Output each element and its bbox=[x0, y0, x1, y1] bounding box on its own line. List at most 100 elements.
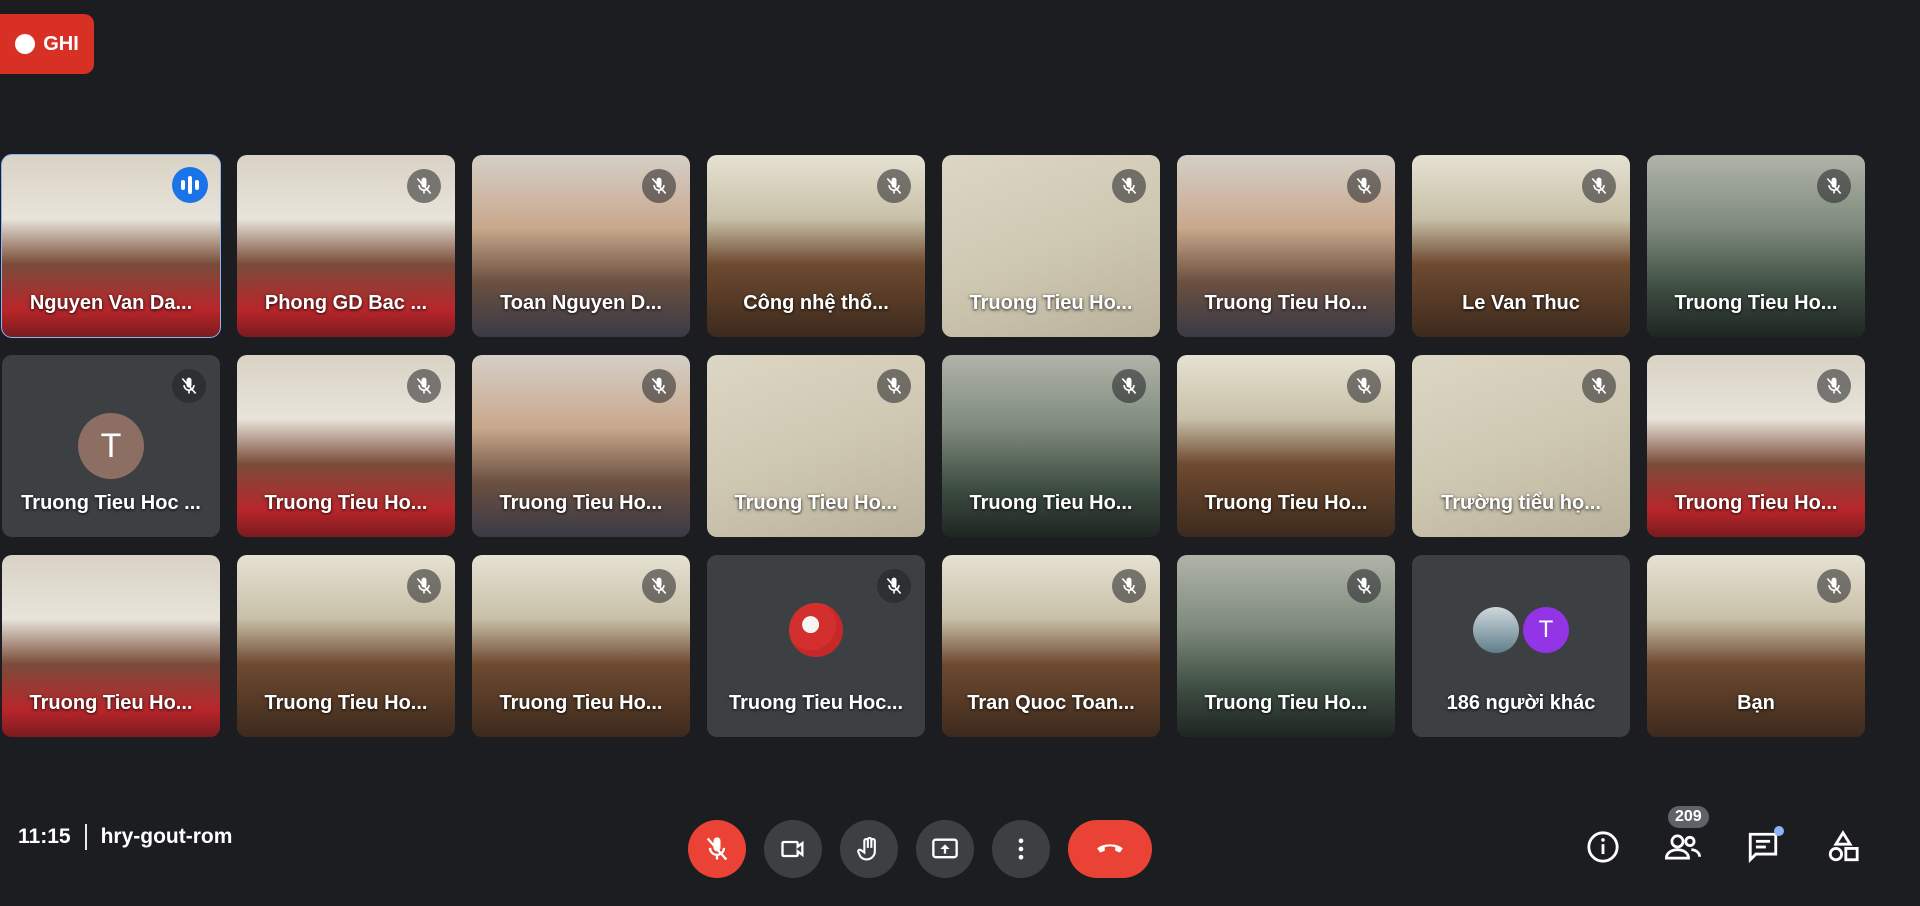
participant-name: Phong GD Bac ... bbox=[264, 292, 428, 314]
participant-name: Truong Tieu Ho... bbox=[499, 492, 663, 514]
activities-button[interactable] bbox=[1824, 828, 1862, 866]
participant-name: Truong Tieu Ho... bbox=[969, 292, 1133, 314]
participant-tile[interactable]: Truong Tieu Ho... bbox=[942, 155, 1160, 337]
leave-call-button[interactable] bbox=[1068, 820, 1152, 878]
participant-name: Trường tiểu họ... bbox=[1441, 492, 1601, 514]
divider bbox=[84, 824, 87, 850]
mic-off-icon bbox=[1347, 169, 1381, 203]
participant-tile[interactable]: Truong Tieu Ho... bbox=[1647, 155, 1865, 337]
info-icon bbox=[1587, 831, 1619, 863]
participant-tile[interactable]: Truong Tieu Ho... bbox=[472, 355, 690, 537]
recording-dot-icon bbox=[15, 34, 36, 54]
mic-off-icon bbox=[1112, 369, 1146, 403]
meeting-details: 11:15 hry-gout-rom bbox=[18, 824, 232, 850]
participant-tile[interactable]: Toan Nguyen D... bbox=[472, 155, 690, 337]
bottom-bar: 11:15 hry-gout-rom 209 bbox=[0, 800, 1920, 906]
mic-off-icon bbox=[642, 169, 676, 203]
participant-tile[interactable]: Le Van Thuc bbox=[1412, 155, 1630, 337]
mic-off-icon bbox=[642, 369, 676, 403]
participant-name: Le Van Thuc bbox=[1462, 292, 1580, 314]
participant-tile[interactable]: T 186 người khác bbox=[1412, 555, 1630, 737]
participant-tile[interactable]: Công nhệ thố... bbox=[707, 155, 925, 337]
participant-name: Nguyen Van Da... bbox=[29, 292, 193, 314]
participant-name: Công nhệ thố... bbox=[743, 292, 889, 314]
participant-avatar: T bbox=[78, 413, 144, 479]
mic-off-icon bbox=[877, 369, 911, 403]
participant-tile[interactable]: Truong Tieu Ho... bbox=[1177, 555, 1395, 737]
participant-tile[interactable]: Nguyen Van Da... bbox=[1, 154, 221, 338]
participants-button[interactable]: 209 bbox=[1664, 806, 1709, 866]
mic-off-icon bbox=[407, 369, 441, 403]
chat-icon bbox=[1748, 832, 1778, 864]
participant-tile[interactable]: Truong Tieu Ho... bbox=[942, 355, 1160, 537]
call-controls bbox=[688, 820, 1152, 878]
mic-off-icon bbox=[1817, 369, 1851, 403]
raise-hand-button[interactable] bbox=[840, 820, 898, 878]
participant-name: Truong Tieu Ho... bbox=[1674, 292, 1838, 314]
participant-name: Bạn bbox=[1737, 692, 1775, 714]
participant-tile[interactable]: Bạn bbox=[1647, 555, 1865, 737]
participant-tile[interactable]: Truong Tieu Hoc... bbox=[707, 555, 925, 737]
mic-off-icon bbox=[642, 569, 676, 603]
participant-tile[interactable]: Truong Tieu Ho... bbox=[237, 355, 455, 537]
mic-off-icon bbox=[407, 569, 441, 603]
mic-off-icon bbox=[877, 169, 911, 203]
participant-avatar: T bbox=[1523, 607, 1569, 653]
present-screen-icon bbox=[932, 838, 958, 859]
mic-off-icon bbox=[1582, 169, 1616, 203]
more-options-button[interactable] bbox=[992, 820, 1050, 878]
mic-off-icon bbox=[1112, 169, 1146, 203]
participant-tile[interactable]: T Truong Tieu Hoc ... bbox=[2, 355, 220, 537]
mic-off-icon bbox=[172, 369, 206, 403]
mic-off-icon bbox=[877, 569, 911, 603]
participant-name: Truong Tieu Ho... bbox=[1674, 492, 1838, 514]
participant-tile[interactable]: Phong GD Bac ... bbox=[237, 155, 455, 337]
participant-tile[interactable]: Truong Tieu Ho... bbox=[1177, 155, 1395, 337]
participant-name: Truong Tieu Ho... bbox=[499, 692, 663, 714]
camera-toggle-button[interactable] bbox=[764, 820, 822, 878]
participant-tile[interactable]: Tran Quoc Toan... bbox=[942, 555, 1160, 737]
mic-off-icon bbox=[1817, 169, 1851, 203]
side-panel-controls: 209 bbox=[1584, 806, 1862, 866]
participant-avatar bbox=[1473, 607, 1519, 653]
hang-up-icon bbox=[1097, 844, 1123, 853]
participant-tile[interactable]: Truong Tieu Ho... bbox=[237, 555, 455, 737]
present-screen-button[interactable] bbox=[916, 820, 974, 878]
activities-icon bbox=[1828, 830, 1859, 862]
participant-name: Truong Tieu Ho... bbox=[1204, 292, 1368, 314]
participant-tile[interactable]: Truong Tieu Ho... bbox=[472, 555, 690, 737]
participant-tile[interactable]: Truong Tieu Ho... bbox=[707, 355, 925, 537]
speaking-indicator-icon bbox=[172, 167, 208, 203]
participant-name: Truong Tieu Ho... bbox=[264, 692, 428, 714]
participant-name: Truong Tieu Ho... bbox=[29, 692, 193, 714]
mic-off-icon bbox=[1817, 569, 1851, 603]
participant-name: Truong Tieu Ho... bbox=[1204, 492, 1368, 514]
participant-tile[interactable]: Truong Tieu Ho... bbox=[1177, 355, 1395, 537]
others-avatar-stack: T bbox=[1473, 607, 1569, 653]
participant-name: Truong Tieu Ho... bbox=[1204, 692, 1368, 714]
participant-name: Truong Tieu Hoc ... bbox=[21, 492, 201, 514]
chat-unread-dot bbox=[1774, 826, 1784, 836]
participant-grid: Nguyen Van Da... Phong GD Bac ... Toan Ngu… bbox=[0, 154, 1902, 737]
mic-off-icon bbox=[1347, 369, 1381, 403]
mic-off-icon bbox=[1112, 569, 1146, 603]
microphone-toggle-button[interactable] bbox=[688, 820, 746, 878]
mic-off-icon bbox=[1347, 569, 1381, 603]
participants-count-badge: 209 bbox=[1668, 806, 1709, 828]
participant-tile[interactable]: Truong Tieu Ho... bbox=[1647, 355, 1865, 537]
meeting-code: hry-gout-rom bbox=[100, 825, 233, 848]
participant-name: Truong Tieu Ho... bbox=[969, 492, 1133, 514]
recording-badge: GHI bbox=[0, 14, 94, 74]
participant-tile[interactable]: Trường tiểu họ... bbox=[1412, 355, 1630, 537]
participant-name: Tran Quoc Toan... bbox=[967, 692, 1135, 714]
participant-tile[interactable]: Truong Tieu Ho... bbox=[2, 555, 220, 737]
participant-name: Truong Tieu Hoc... bbox=[728, 692, 904, 714]
raise-hand-icon bbox=[857, 836, 876, 861]
mic-off-icon bbox=[706, 837, 728, 861]
meeting-details-button[interactable] bbox=[1584, 828, 1622, 866]
mic-off-icon bbox=[1582, 369, 1616, 403]
mic-off-icon bbox=[407, 169, 441, 203]
participant-name: Toan Nguyen D... bbox=[500, 292, 662, 314]
participant-name: Truong Tieu Ho... bbox=[734, 492, 898, 514]
chat-button[interactable] bbox=[1744, 826, 1784, 866]
